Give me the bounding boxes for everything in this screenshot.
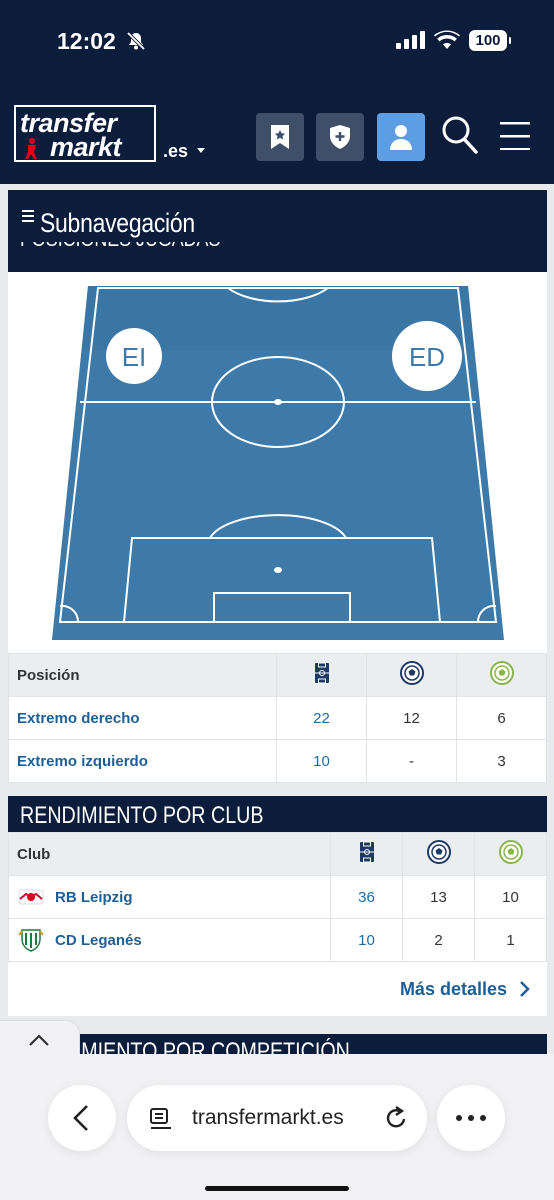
assists-value: 6	[456, 696, 547, 740]
football-pitch: EI ED	[52, 286, 504, 640]
back-arrow-icon	[73, 1105, 88, 1131]
assists-value: 10	[474, 875, 547, 919]
position-column-header: Posición	[8, 653, 277, 697]
goals-value: 12	[366, 696, 457, 740]
more-details-link[interactable]: Más detalles	[8, 961, 547, 1016]
club-cell[interactable]: CD Leganés	[8, 918, 331, 962]
watchlist-button[interactable]	[256, 113, 304, 161]
bell-muted-icon	[126, 31, 146, 51]
more-details-label[interactable]: Más detalles	[400, 979, 507, 1000]
more-options-button[interactable]	[437, 1085, 505, 1151]
chevron-up-icon[interactable]	[28, 1033, 50, 1047]
appearances-value[interactable]: 10	[276, 739, 367, 783]
position-label-ed: ED	[409, 342, 445, 372]
site-header: 12:02 100 transfer markt .es	[0, 0, 554, 184]
goals-value: -	[366, 739, 457, 783]
club-table: Club RB Leipzig 36 13 10 CD Leganés 10 2…	[8, 832, 547, 962]
menu-icon[interactable]	[500, 122, 530, 150]
appearances-value[interactable]: 10	[330, 918, 403, 962]
assists-column-header	[456, 653, 547, 697]
list-icon	[22, 210, 34, 225]
positions-pitch-card: EI ED	[8, 272, 547, 653]
battery-indicator: 100	[469, 30, 511, 51]
table-row[interactable]: Extremo derecho 22 12 6	[8, 696, 547, 740]
appearances-value[interactable]: 22	[276, 696, 367, 740]
appearances-value[interactable]: 36	[330, 875, 403, 919]
logo-text-bottom: markt	[50, 132, 122, 162]
domain-selector[interactable]: .es	[163, 141, 188, 162]
assist-ball-icon	[489, 661, 514, 685]
club-performance-title: RENDIMIENTO POR CLUB	[20, 802, 264, 829]
search-icon[interactable]	[442, 116, 478, 154]
club-table-card: Club RB Leipzig 36 13 10 CD Leganés 10 2…	[8, 832, 547, 962]
table-row[interactable]: CD Leganés 10 2 1	[8, 918, 547, 962]
url-text[interactable]: transfermarkt.es	[192, 1106, 344, 1130]
position-marker-ed[interactable]: ED	[392, 321, 462, 391]
cd-leganes-crest-icon	[18, 929, 44, 952]
ellipsis-icon	[456, 1115, 486, 1121]
back-button[interactable]	[48, 1085, 116, 1151]
positions-table: Posición Extremo derecho 22 12 6 Extremo…	[8, 653, 547, 783]
user-icon	[390, 125, 412, 150]
club-performance-heading: RENDIMIENTO POR CLUB	[8, 796, 547, 832]
logo-player-icon	[25, 138, 37, 159]
chevron-down-icon[interactable]	[197, 148, 205, 153]
football-icon	[399, 661, 424, 685]
competition-performance-heading: RENDIMIENTO POR COMPETICIÓN	[8, 1034, 547, 1056]
status-time: 12:02	[57, 28, 116, 54]
rb-leipzig-crest-icon	[18, 889, 44, 905]
position-name[interactable]: Extremo izquierdo	[8, 739, 277, 783]
subnavigation-bar[interactable]: Subnavegación	[8, 190, 547, 242]
position-marker-ei[interactable]: EI	[106, 328, 162, 384]
football-icon	[426, 840, 451, 864]
appearances-column-header	[330, 832, 403, 876]
club-column-header: Club	[8, 832, 331, 876]
appearances-column-header	[276, 653, 367, 697]
table-row[interactable]: Extremo izquierdo 10 - 3	[8, 739, 547, 783]
chevron-right-icon[interactable]	[519, 980, 531, 998]
club-button[interactable]	[316, 113, 364, 161]
transfermarkt-logo[interactable]: transfer markt	[14, 105, 156, 162]
positions-table-card: Posición Extremo derecho 22 12 6 Extremo…	[8, 653, 547, 783]
signal-icon	[396, 31, 425, 49]
address-bar[interactable]: transfermarkt.es	[127, 1085, 427, 1151]
goals-value: 13	[402, 875, 475, 919]
pitch-icon	[314, 662, 329, 684]
positions-heading: POSICIONES JUGADAS	[8, 242, 547, 272]
position-label-ei: EI	[122, 342, 147, 372]
club-cell[interactable]: RB Leipzig	[8, 875, 331, 919]
subnav-label: Subnavegación	[40, 208, 195, 238]
bookmark-star-icon	[271, 125, 289, 149]
wifi-icon	[434, 30, 460, 49]
assists-value: 3	[456, 739, 547, 783]
account-button[interactable]	[377, 113, 425, 161]
goals-column-header	[366, 653, 457, 697]
shield-plus-icon	[330, 125, 350, 149]
table-row[interactable]: RB Leipzig 36 13 10	[8, 875, 547, 919]
goals-column-header	[402, 832, 475, 876]
pitch-icon	[359, 841, 374, 863]
reader-icon[interactable]	[149, 1107, 173, 1131]
club-name[interactable]: CD Leganés	[55, 932, 142, 949]
assists-column-header	[474, 832, 547, 876]
club-name[interactable]: RB Leipzig	[55, 889, 133, 906]
positions-heading-text: POSICIONES JUGADAS	[20, 242, 220, 252]
assists-value: 1	[474, 918, 547, 962]
assist-ball-icon	[498, 840, 523, 864]
reload-icon[interactable]	[383, 1104, 409, 1132]
position-name[interactable]: Extremo derecho	[8, 696, 277, 740]
home-indicator	[205, 1186, 349, 1191]
goals-value: 2	[402, 918, 475, 962]
